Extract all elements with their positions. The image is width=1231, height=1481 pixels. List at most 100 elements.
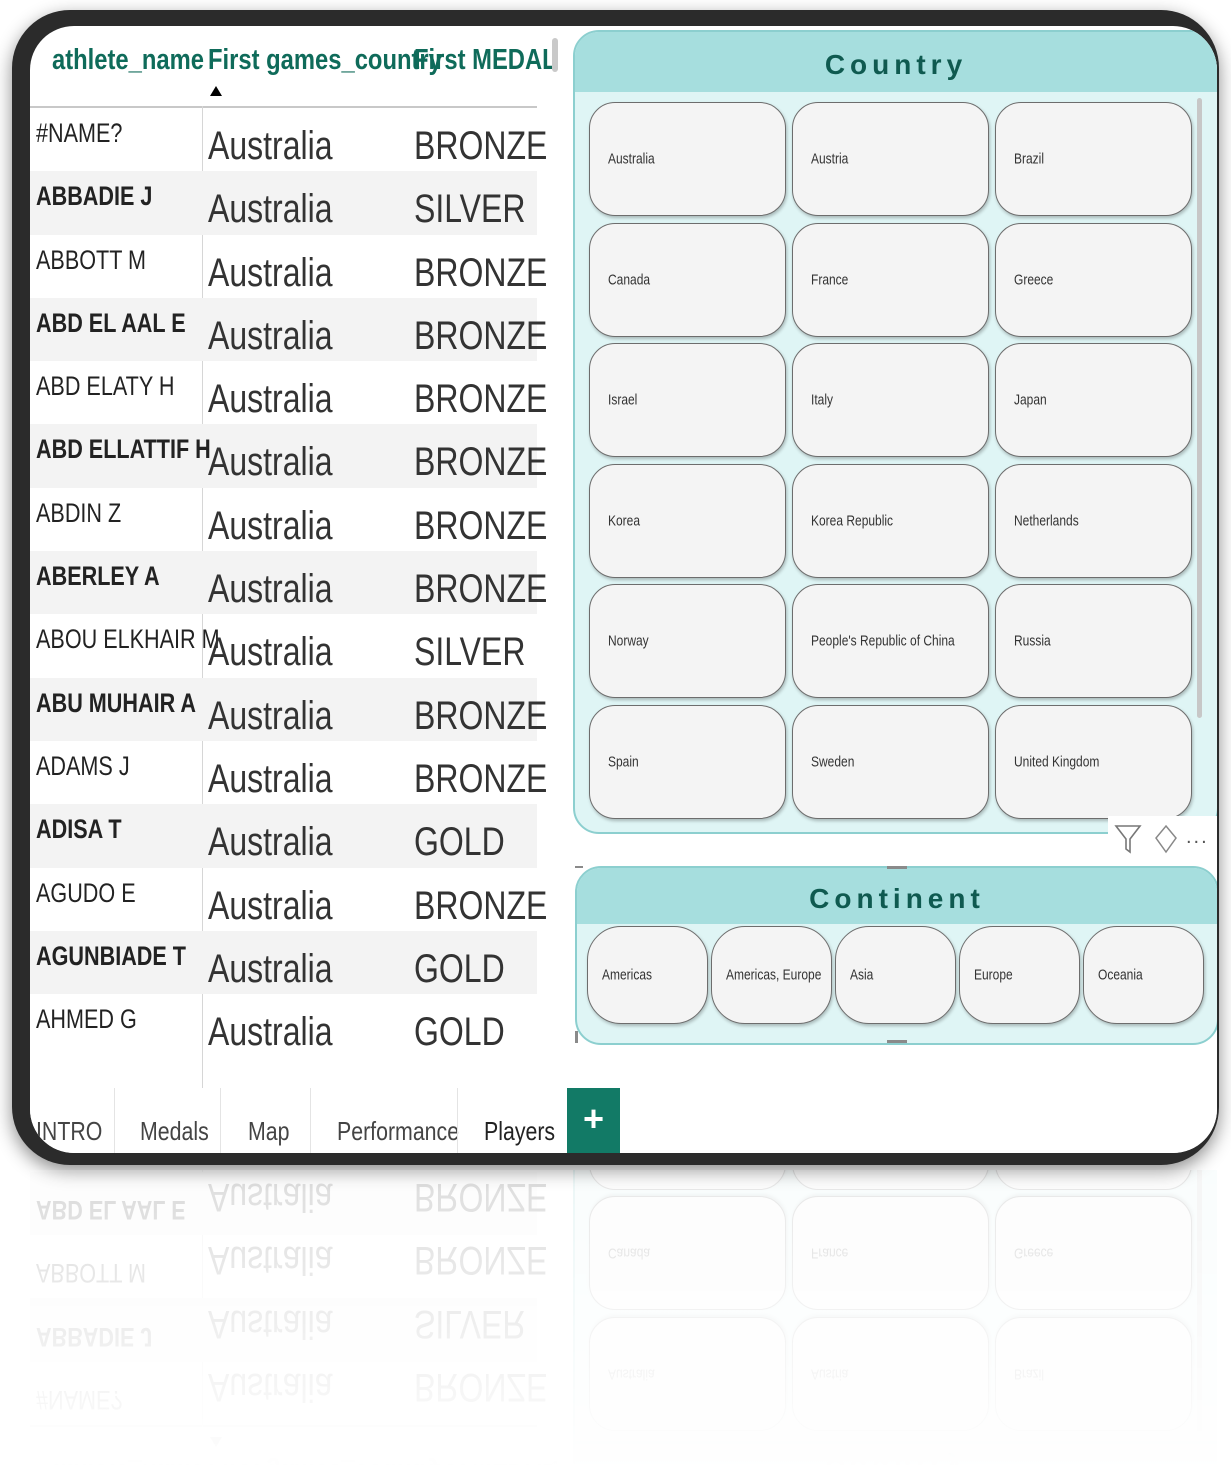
tab-divider	[457, 1088, 458, 1153]
table-row[interactable]: ABD EL AAL E Australia BRONZE	[30, 297, 547, 362]
athlete-name-cell: ADISA T	[36, 814, 122, 845]
country-cell: Australia	[208, 313, 333, 358]
country-slicer-item[interactable]: Israel	[589, 343, 786, 457]
country-slicer-item[interactable]: Russia	[995, 584, 1192, 698]
country-cell: Australia	[208, 946, 333, 991]
continent-slicer-item[interactable]: Asia	[835, 926, 956, 1024]
continent-slicer-item[interactable]: Europe	[959, 926, 1080, 1024]
continent-slicer-item-label: Americas	[602, 966, 653, 984]
tab-intro[interactable]: INTRO	[36, 1116, 102, 1147]
table-row[interactable]: ABU MUHAIR A Australia BRONZE	[30, 677, 547, 741]
table-row[interactable]: ABDIN Z Australia BRONZE	[30, 488, 547, 551]
athlete-name-cell: ABDIN Z	[36, 497, 122, 528]
selection-handle[interactable]	[575, 1031, 578, 1043]
country-slicer-item-label: Brazil	[1014, 150, 1045, 168]
country-slicer-item[interactable]: People's Republic of China	[792, 584, 989, 698]
report-canvas: athlete_name First games_country First M…	[30, 26, 1217, 1153]
tab-divider	[220, 1088, 221, 1153]
country-cell: Australia	[208, 630, 333, 675]
tab-map[interactable]: Map	[248, 1116, 289, 1147]
athlete-name-cell: ABD ELLATTIF H	[36, 434, 211, 465]
athlete-name-cell: AGUNBIADE T	[36, 940, 186, 971]
country-slicer-item[interactable]: Sweden	[792, 704, 989, 819]
country-slicer-item-label: United Kingdom	[1014, 753, 1100, 770]
country-slicer-scrollbar[interactable]	[1197, 98, 1202, 718]
medal-cell: BRONZE	[414, 693, 548, 738]
continent-slicer-item[interactable]: Americas, Europe	[711, 926, 832, 1024]
country-slicer-item-label: Norway	[608, 632, 649, 650]
country-slicer-item[interactable]: Korea	[589, 463, 786, 578]
sort-ascending-icon	[210, 86, 222, 96]
table-row[interactable]: ABD ELATY H Australia BRONZE	[30, 361, 547, 424]
continent-slicer-title: Continent	[577, 868, 1217, 924]
table-row[interactable]: ABOU ELKHAIR M Australia SILVER	[30, 614, 537, 677]
tab-divider	[114, 1088, 115, 1153]
table-row[interactable]: #NAME? Australia BRONZE	[30, 108, 547, 171]
table-scrollbar[interactable]	[552, 38, 558, 72]
selection-handle[interactable]	[887, 1040, 907, 1043]
column-header-first-medal[interactable]: First MEDAL	[414, 44, 557, 77]
column-header-athlete-name[interactable]: athlete_name	[52, 44, 204, 77]
screen-reflection: athlete_name First games_country First M…	[30, 1170, 1217, 1481]
table-row[interactable]: ABBOTT M Australia BRONZE	[30, 235, 547, 298]
country-slicer-item-label: Spain	[608, 753, 639, 770]
medal-cell: SILVER	[414, 630, 526, 675]
country-cell: Australia	[208, 187, 333, 232]
add-page-button[interactable]: +	[567, 1088, 620, 1153]
country-slicer-item[interactable]: Japan	[995, 343, 1192, 457]
visual-header: ...	[1108, 816, 1217, 862]
medal-cell: BRONZE	[414, 377, 548, 422]
table-row[interactable]: AHMED G Australia GOLD	[30, 994, 537, 1057]
continent-slicer: Continent Americas Americas, Europe Asia Eu…	[575, 866, 1217, 1045]
country-slicer-item-label: France	[811, 271, 849, 288]
country-slicer-item[interactable]: Italy	[792, 343, 989, 457]
country-slicer-item[interactable]: Greece	[995, 222, 1192, 337]
country-slicer: Country Australia Austria Brazil Canada Fran…	[573, 30, 1217, 834]
country-slicer-item[interactable]: France	[792, 222, 989, 337]
medal-cell: GOLD	[414, 820, 505, 865]
country-cell: Australia	[208, 820, 333, 865]
country-cell: Australia	[208, 1010, 333, 1055]
continent-slicer-item[interactable]: Americas	[587, 926, 708, 1024]
continent-slicer-item[interactable]: Oceania	[1083, 926, 1204, 1024]
selection-handle[interactable]	[887, 866, 907, 869]
country-slicer-item[interactable]: United Kingdom	[995, 704, 1192, 819]
athlete-name-cell: ABBADIE J	[36, 181, 153, 212]
selection-handle[interactable]	[575, 866, 583, 868]
country-slicer-item[interactable]: Australia	[589, 102, 786, 216]
continent-slicer-item-label: Americas, Europe	[726, 966, 822, 984]
country-slicer-item[interactable]: Canada	[589, 222, 786, 337]
column-header-first-games-country[interactable]: First games_country	[208, 44, 442, 77]
country-slicer-item-label: Italy	[811, 391, 834, 409]
medal-cell: BRONZE	[414, 313, 548, 358]
table-row[interactable]: ABBADIE J Australia SILVER	[30, 171, 537, 235]
country-slicer-item[interactable]: Brazil	[995, 102, 1192, 216]
medal-cell: BRONZE	[414, 503, 548, 548]
athlete-name-cell: ABBOTT M	[36, 244, 147, 275]
table-row[interactable]: AGUDO E Australia BRONZE	[30, 868, 547, 931]
tab-medals[interactable]: Medals	[140, 1116, 209, 1147]
tab-players[interactable]: Players	[484, 1116, 555, 1147]
more-options-icon[interactable]: ...	[1186, 826, 1209, 849]
table-row[interactable]: ADISA T Australia GOLD	[30, 804, 537, 868]
tab-performance[interactable]: Performance	[337, 1116, 459, 1147]
table-row[interactable]: ADAMS J Australia BRONZE	[30, 741, 547, 804]
eraser-icon[interactable]	[1152, 822, 1180, 861]
country-cell: Australia	[208, 883, 333, 928]
country-slicer-item[interactable]: Austria	[792, 102, 989, 216]
country-cell: Australia	[208, 693, 333, 738]
country-slicer-item[interactable]: Korea Republic	[792, 463, 989, 578]
country-slicer-item[interactable]: Norway	[589, 584, 786, 698]
table-row[interactable]: ABD ELLATTIF H Australia BRONZE	[30, 424, 547, 488]
continent-slicer-item-label: Europe	[974, 966, 1013, 984]
country-slicer-item[interactable]: Spain	[589, 704, 786, 819]
country-cell: Australia	[208, 250, 333, 295]
medal-cell: BRONZE	[414, 250, 548, 295]
table-body: #NAME? Australia BRONZE ABBADIE J Australia S…	[30, 108, 547, 1057]
filter-icon[interactable]	[1114, 822, 1142, 861]
country-slicer-item[interactable]: Netherlands	[995, 463, 1192, 578]
athlete-name-cell: ABERLEY A	[36, 561, 160, 592]
table-row[interactable]: ABERLEY A Australia BRONZE	[30, 551, 547, 615]
table-row[interactable]: AGUNBIADE T Australia GOLD	[30, 930, 537, 995]
country-cell: Australia	[208, 756, 333, 801]
